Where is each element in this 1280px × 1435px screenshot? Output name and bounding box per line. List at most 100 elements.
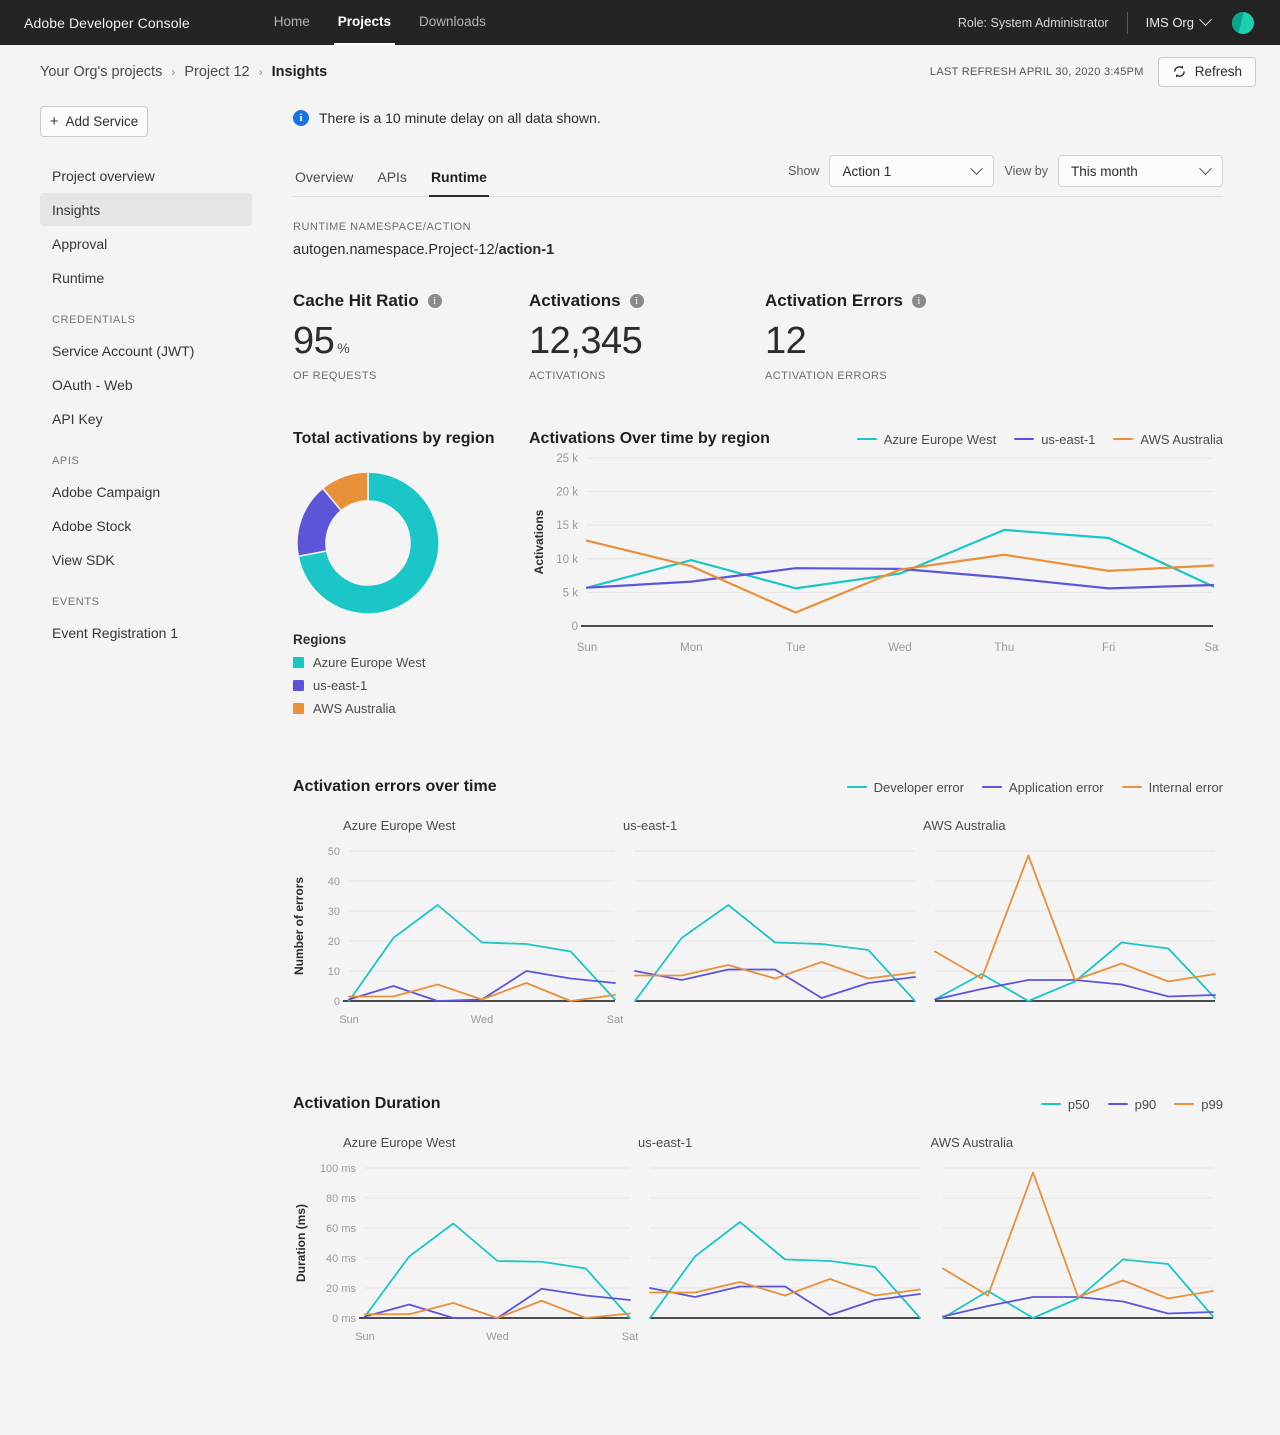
y-tick-label: 10 k (556, 554, 578, 566)
sidebar-item-adobe-stock[interactable]: Adobe Stock (40, 509, 252, 542)
tabs: Overview APIs Runtime (293, 169, 499, 197)
chart-series-line (634, 968, 916, 999)
legend-line (856, 437, 877, 441)
tab-overview[interactable]: Overview (293, 169, 365, 196)
legend-line (981, 785, 1002, 789)
y-tick-label: 25 k (556, 453, 578, 465)
x-tick-label: Tue (786, 642, 805, 654)
refresh-button[interactable]: Refresh (1157, 56, 1256, 87)
regions-row: Total activations by region Regions Azur… (293, 430, 1223, 716)
legend-swatch (293, 657, 304, 668)
activations-chart-legend: Azure Europe West us-east-1 AWS Australi… (856, 431, 1223, 447)
y-tick-label: 30 (328, 906, 340, 918)
nav-link-projects[interactable]: Projects (324, 0, 405, 45)
breadcrumb: Your Org's projects › Project 12 › Insig… (40, 64, 327, 80)
top-nav-right-cluster: Role: System Administrator IMS Org (958, 11, 1264, 34)
legend-line (1040, 1102, 1061, 1106)
legend-item-us-east-1[interactable]: us-east-1 (1014, 432, 1095, 447)
kpi-cache-hit-ratio: Cache Hit Ratio i 95% OF REQUESTS (293, 291, 529, 382)
sidebar-group-credentials: CREDENTIALS (52, 314, 136, 326)
duration-line-chart (941, 1167, 1214, 1319)
x-tick-label: Wed (471, 1014, 493, 1026)
legend-label: Azure Europe West (313, 655, 426, 670)
app-brand-title: Adobe Developer Console (24, 14, 190, 31)
duration-line-chart (649, 1167, 921, 1319)
nav-link-downloads[interactable]: Downloads (405, 0, 500, 45)
sidebar-item-oauth-web[interactable]: OAuth - Web (40, 368, 252, 401)
legend-label: Application error (1008, 779, 1104, 795)
y-tick-label: 5 k (563, 587, 579, 599)
activations-over-time-chart: Activations Over time by region Azure Eu… (529, 430, 1223, 716)
duration-line-chart: 20 ms 40 ms 60 ms 80 ms 100 ms 0 ms Sun Wed Sat D… (294, 1163, 638, 1343)
breadcrumb-item-current: Insights (271, 63, 328, 80)
y-axis-label: Activations (532, 509, 546, 574)
x-tick-label: Mon (680, 642, 702, 654)
breadcrumb-item-project[interactable]: Project 12 (184, 64, 249, 80)
sidebar-item-service-account-jwt[interactable]: Service Account (JWT) (40, 334, 252, 367)
chart-series-line (941, 1171, 1214, 1300)
info-icon[interactable]: i (629, 294, 644, 308)
chart-series-line (634, 904, 916, 1002)
avatar[interactable] (1232, 11, 1254, 34)
sidebar-group-events: EVENTS (52, 596, 100, 608)
chart-series-line (649, 1221, 921, 1319)
kpi-number: 12 (765, 320, 807, 362)
y-tick-label: 40 (328, 876, 340, 888)
panel-title: AWS Australia (923, 818, 1006, 833)
errors-line-chart (634, 850, 916, 1002)
y-tick-label: 0 ms (332, 1313, 356, 1325)
sidebar-item-project-overview[interactable]: Project overview (40, 159, 252, 192)
legend-line (1107, 1102, 1128, 1106)
nav-link-home[interactable]: Home (260, 0, 324, 45)
sidebar-item-event-registration-1[interactable]: Event Registration 1 (40, 616, 252, 649)
show-label: Show (788, 164, 820, 178)
activations-chart-title: Activations Over time by region (529, 430, 770, 447)
last-refresh-label: LAST REFRESH APRIL 30, 2020 3:45PM (929, 65, 1144, 78)
sidebar: + Add Service Project overview Insights … (0, 98, 285, 650)
chevron-down-icon (970, 161, 984, 175)
kpi-value: 95% (293, 322, 529, 360)
y-tick-label: 100 ms (320, 1163, 357, 1175)
legend-item-p50[interactable]: p50 (1040, 1097, 1090, 1112)
legend-label: AWS Australia (1140, 431, 1223, 447)
legend-item-internal-error[interactable]: Internal error (1121, 780, 1223, 795)
view-by-select[interactable]: This month (1058, 155, 1223, 187)
sidebar-item-approval[interactable]: Approval (40, 227, 252, 260)
legend-item-p99[interactable]: p99 (1174, 1097, 1223, 1112)
sidebar-item-adobe-campaign[interactable]: Adobe Campaign (40, 475, 252, 508)
legend-line (1014, 437, 1035, 441)
add-service-button[interactable]: + Add Service (40, 106, 148, 137)
errors-panel-azure-europe-west: Azure Europe West 10 20 30 40 50 0 Sun Wed Sat Nu… (293, 818, 623, 1033)
ims-org-selector[interactable]: IMS Org (1145, 13, 1212, 30)
runtime-namespace-value: autogen.namespace.Project-12/action-1 (293, 242, 1223, 258)
breadcrumb-item-org[interactable]: Your Org's projects (40, 64, 162, 80)
legend-line (1174, 1102, 1195, 1106)
panel-title: Azure Europe West (343, 818, 456, 833)
info-icon[interactable]: i (911, 294, 926, 308)
legend-item-azure-europe-west[interactable]: Azure Europe West (856, 431, 997, 447)
y-tick-label: 20 k (556, 487, 578, 499)
tab-apis[interactable]: APIs (365, 169, 419, 196)
sidebar-group-apis: APIS (52, 455, 80, 467)
legend-item-developer-error[interactable]: Developer error (846, 780, 964, 795)
legend-item-application-error[interactable]: Application error (981, 779, 1104, 795)
sidebar-item-view-sdk[interactable]: View SDK (40, 543, 252, 576)
sidebar-item-insights[interactable]: Insights (40, 193, 252, 226)
kpi-value: 12,345 (529, 322, 765, 360)
legend-line (846, 785, 867, 789)
refresh-icon (1173, 65, 1185, 78)
legend-label: Azure Europe West (883, 431, 997, 447)
legend-item-p90[interactable]: p90 (1107, 1097, 1156, 1112)
info-icon[interactable]: i (427, 294, 442, 308)
donut-chart (296, 471, 440, 615)
kpi-title: Activations (529, 291, 621, 310)
legend-item-aws-australia[interactable]: AWS Australia (1113, 432, 1223, 447)
sidebar-item-runtime[interactable]: Runtime (40, 261, 252, 294)
show-select[interactable]: Action 1 (829, 155, 995, 187)
x-tick-label: Sun (355, 1331, 375, 1343)
tab-runtime[interactable]: Runtime (419, 169, 499, 197)
ims-org-label: IMS Org (1145, 15, 1194, 30)
y-tick-label: 40 ms (326, 1253, 356, 1265)
sidebar-item-api-key[interactable]: API Key (40, 402, 252, 435)
chevron-down-icon (1199, 161, 1212, 175)
